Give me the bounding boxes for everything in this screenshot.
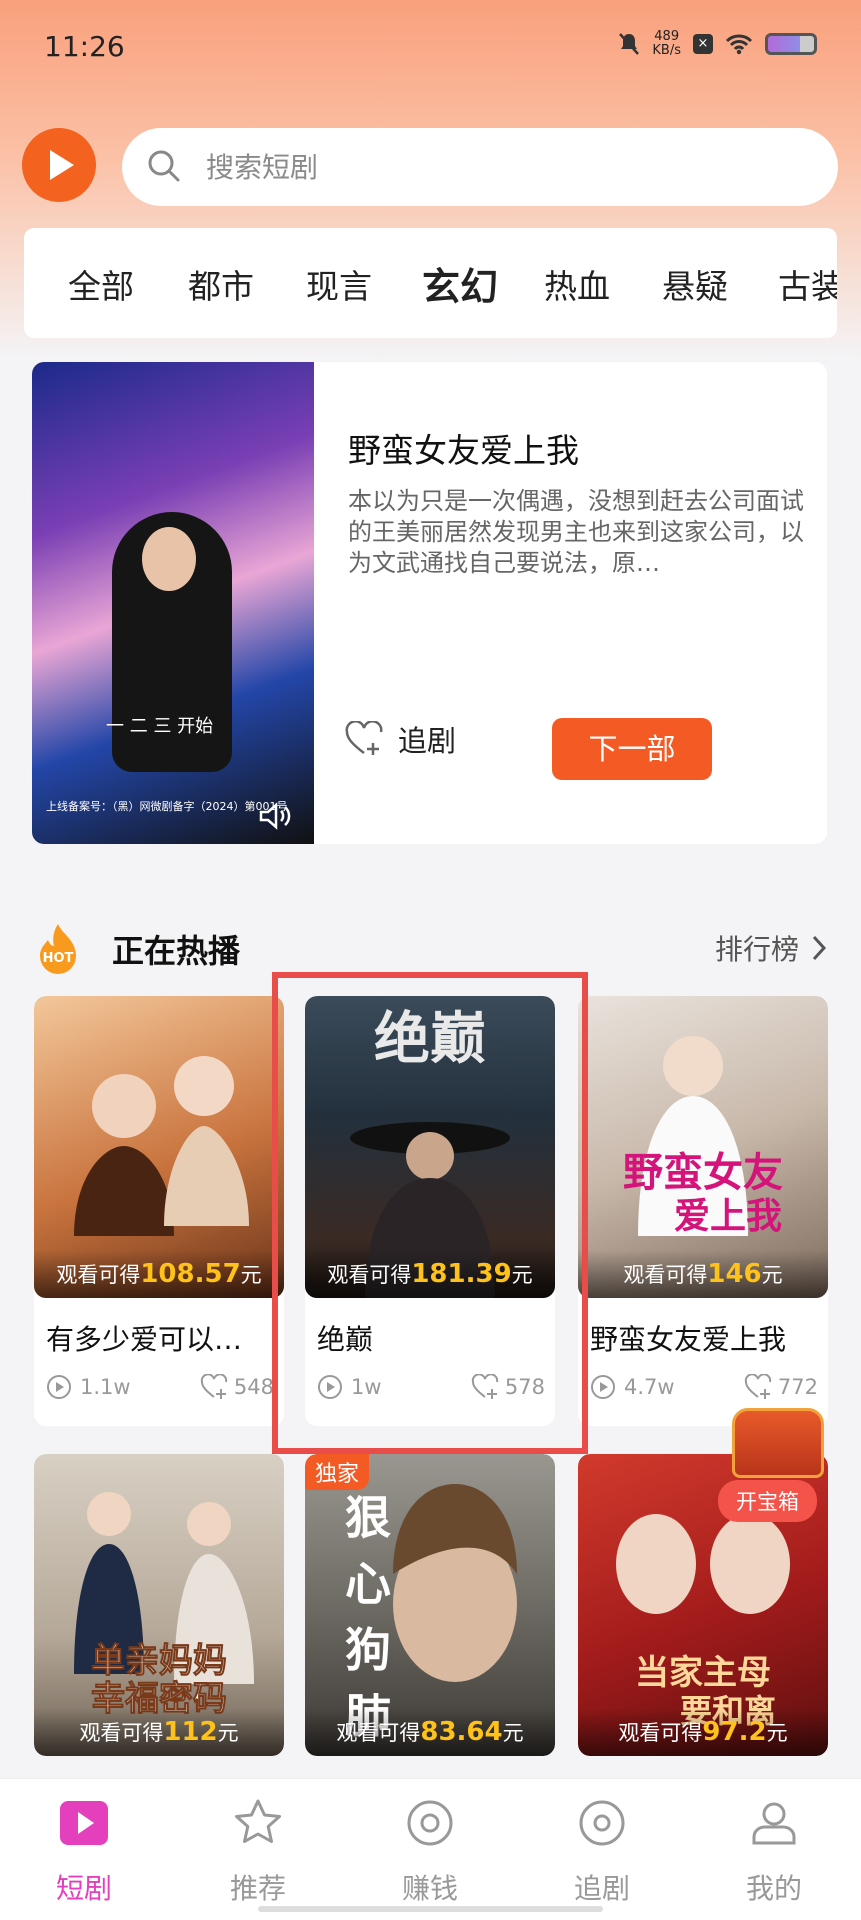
featured-drama-card[interactable]: 一 二 三 开始 上线备案号：（黑）网微剧备字（2024）第001号 野蛮女友爱… [32, 362, 827, 844]
category-mystery[interactable]: 悬疑 [662, 260, 728, 308]
status-icons: 489 KB/s × [618, 30, 817, 58]
network-speed: 489 KB/s [652, 29, 681, 58]
featured-video[interactable]: 一 二 三 开始 上线备案号：（黑）网微剧备字（2024）第001号 [32, 362, 314, 844]
drama-card[interactable]: 野蛮女友 爱上我 观看可得146元 野蛮女友爱上我 4.7w 772 [578, 996, 828, 1426]
status-time: 11:26 [44, 30, 125, 63]
selection-highlight [272, 972, 588, 1454]
svg-text:野蛮女友: 野蛮女友 [623, 1149, 783, 1196]
ranking-link[interactable]: 排行榜 [715, 928, 827, 968]
tab-label: 追剧 [573, 1872, 630, 1905]
category-fantasy[interactable]: 玄幻 [422, 256, 498, 311]
svg-text:当家主母: 当家主母 [635, 1653, 771, 1693]
category-costume[interactable]: 古装 [778, 260, 837, 308]
hot-flame-icon: HOT [40, 924, 76, 974]
app-logo[interactable] [22, 128, 96, 202]
search-icon [148, 150, 180, 182]
drama-title: 野蛮女友爱上我 [590, 1323, 787, 1356]
next-drama-button[interactable]: 下一部 [552, 718, 712, 780]
svg-text:心: 心 [345, 1557, 391, 1611]
drama-card[interactable]: 观看可得108.57元 有多少爱可以… 1.1w 548 [34, 996, 284, 1426]
svg-text:爱上我: 爱上我 [674, 1195, 782, 1237]
video-face [142, 527, 196, 591]
play-count-icon [47, 1375, 71, 1399]
drama-stats: 1.1w 548 [46, 1374, 274, 1404]
play-icon [50, 150, 74, 180]
star-icon [235, 1799, 281, 1843]
drama-card[interactable]: 狠心狗肺 独家 观看可得83.64元 [305, 1454, 555, 1756]
play-count-icon [591, 1375, 615, 1399]
chevron-right-icon [812, 935, 827, 961]
mute-bell-icon [619, 33, 640, 55]
follow-button[interactable]: 追剧 [344, 718, 456, 760]
tab-label: 短剧 [55, 1872, 112, 1905]
follow-label: 追剧 [398, 724, 457, 758]
status-bar: 11:26 489 KB/s × [0, 0, 861, 100]
featured-description: 本以为只是一次偶遇，没想到赶去公司面试的王美丽居然发现男主也来到这家公司，以为文… [348, 487, 804, 577]
ranking-label: 排行榜 [714, 933, 799, 966]
category-action[interactable]: 热血 [544, 260, 610, 308]
tab-label: 推荐 [229, 1872, 286, 1905]
coin-icon [407, 1800, 453, 1846]
svg-text:HOT: HOT [43, 951, 74, 966]
category-romance[interactable]: 现言 [306, 260, 372, 308]
tab-label: 我的 [745, 1872, 802, 1905]
drama-poster[interactable]: 狠心狗肺 独家 观看可得83.64元 [305, 1454, 555, 1756]
tab-earn[interactable]: 赚钱 [370, 1797, 490, 1907]
earn-label: 观看可得83.64元 [305, 1708, 555, 1756]
user-icon [752, 1802, 796, 1845]
svg-text:狠: 狠 [345, 1491, 391, 1545]
registration-number: 上线备案号：（黑）网微剧备字（2024）第001号 [46, 800, 288, 813]
volume-icon[interactable] [258, 802, 292, 830]
earn-label: 观看可得112元 [34, 1708, 284, 1756]
section-title: 正在热播 [112, 932, 241, 970]
play-icon [60, 1801, 108, 1845]
category-all[interactable]: 全部 [68, 260, 134, 308]
tab-label: 赚钱 [401, 1872, 458, 1905]
drama-poster[interactable]: 野蛮女友 爱上我 观看可得146元 [578, 996, 828, 1298]
open-chest-button[interactable]: 开宝箱 [718, 1480, 817, 1522]
tab-mine[interactable]: 我的 [714, 1797, 834, 1907]
earn-label: 观看可得108.57元 [34, 1250, 284, 1298]
video-subtitle: 一 二 三 开始 [106, 716, 214, 737]
featured-title[interactable]: 野蛮女友爱上我 [348, 424, 579, 472]
disc-icon [579, 1800, 625, 1846]
svg-text:狗: 狗 [345, 1623, 391, 1677]
exclusive-badge: 独家 [305, 1454, 370, 1490]
search-input[interactable] [206, 128, 766, 206]
sim-icon: × [693, 34, 713, 54]
tab-following[interactable]: 追剧 [542, 1797, 662, 1907]
drama-title: 有多少爱可以… [46, 1323, 243, 1356]
drama-card[interactable]: 单亲妈妈 幸福密码 观看可得112元 [34, 1454, 284, 1756]
tab-recommend[interactable]: 推荐 [198, 1797, 318, 1907]
tab-short-drama[interactable]: 短剧 [24, 1797, 144, 1907]
like-icon [200, 1374, 228, 1399]
svg-text:单亲妈妈: 单亲妈妈 [91, 1641, 227, 1681]
wifi-icon [725, 34, 753, 55]
drama-poster[interactable]: 单亲妈妈 幸福密码 观看可得112元 [34, 1454, 284, 1756]
bottom-tab-bar: 短剧 推荐 赚钱 追剧 我的 [0, 1778, 861, 1920]
drama-poster[interactable]: 观看可得108.57元 [34, 996, 284, 1298]
heart-plus-icon [345, 721, 383, 755]
category-urban[interactable]: 都市 [188, 260, 254, 308]
earn-label: 观看可得97.2元 [578, 1708, 828, 1756]
treasure-chest-icon [732, 1408, 824, 1478]
category-tabs: 全部 都市 现言 玄幻 热血 悬疑 古装 [24, 228, 837, 338]
battery-icon [765, 33, 817, 55]
search-bar[interactable] [122, 128, 838, 206]
home-indicator[interactable] [258, 1906, 603, 1912]
hot-section-header: HOT 正在热播 排行榜 [34, 918, 827, 978]
earn-label: 观看可得146元 [578, 1250, 828, 1298]
treasure-chest[interactable]: 开宝箱 [718, 1388, 838, 1538]
